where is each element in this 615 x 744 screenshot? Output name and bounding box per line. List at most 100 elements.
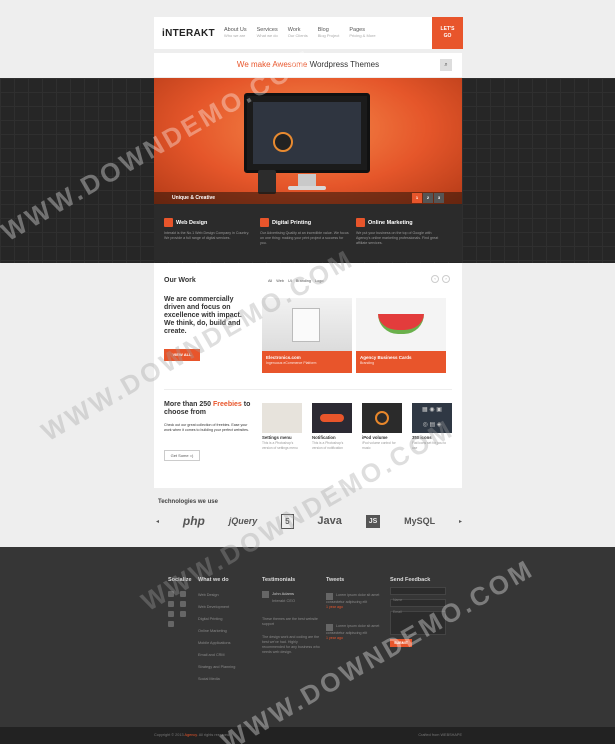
tech-title: Technologies we use bbox=[158, 499, 218, 505]
freebie-settings-menu[interactable]: Settings menu This is a Photoshop's vers… bbox=[262, 403, 302, 450]
filter-all[interactable]: All bbox=[268, 279, 272, 283]
footer-link[interactable]: Web Development bbox=[198, 601, 256, 613]
work-name: Agency Business Cards bbox=[360, 355, 412, 360]
work-category: Branding bbox=[360, 361, 375, 365]
facebook-icon[interactable] bbox=[180, 591, 186, 597]
site-footer: Socialize What we do Web Design Web Deve… bbox=[0, 547, 615, 727]
feedback-email-field[interactable]: Email bbox=[390, 599, 446, 614]
google-icon[interactable] bbox=[168, 621, 174, 627]
nav-sub: Our Clients bbox=[287, 33, 308, 38]
footer-heading: Socialize bbox=[168, 577, 192, 583]
service-title: Web Design bbox=[176, 219, 208, 226]
testimonial-role: Interakt CEO bbox=[272, 598, 296, 603]
search-icon[interactable]: ⌕ bbox=[440, 59, 452, 71]
testimonial-name: John Adams bbox=[272, 591, 295, 596]
service-head: Online Marketing bbox=[356, 218, 446, 227]
footer-socialize: Socialize bbox=[168, 577, 192, 627]
jquery-logo: jQuery bbox=[228, 516, 258, 526]
printer-icon bbox=[260, 218, 269, 227]
get-some-button[interactable]: Get Some =) bbox=[164, 450, 200, 461]
next-arrow-icon[interactable]: › bbox=[442, 275, 450, 283]
slider-page-2[interactable]: 2 bbox=[423, 193, 433, 203]
feedback-name-field[interactable]: Name bbox=[390, 587, 446, 602]
service-text: Interakt is the No.1 Web Design Company … bbox=[164, 231, 250, 240]
slider-caption: Unique & Creative 1 2 3 bbox=[154, 192, 462, 204]
feedback-submit-button[interactable]: SUBMIT bbox=[390, 639, 412, 647]
tech-prev-icon[interactable]: ◂ bbox=[156, 518, 159, 525]
monitor-base bbox=[288, 186, 326, 190]
footer-tweets: Tweets Lorem ipsum dolor sit amet consec… bbox=[326, 577, 380, 641]
service-title: Online Marketing bbox=[368, 219, 413, 226]
twitter-icon[interactable] bbox=[168, 591, 174, 597]
filter-logo[interactable]: Logo bbox=[315, 279, 323, 283]
footer-link[interactable]: Social Media bbox=[198, 673, 256, 685]
toggle-image bbox=[320, 414, 344, 422]
filter-ui[interactable]: UI bbox=[288, 279, 292, 283]
freebie-desc: This is a Photoshop's version of setting… bbox=[262, 441, 298, 450]
prev-arrow-icon[interactable]: ‹ bbox=[431, 275, 439, 283]
main-nav: About Us Who we are Services What we do Wo… bbox=[224, 27, 462, 39]
slider-page-1[interactable]: 1 bbox=[412, 193, 422, 203]
slider-page-3[interactable]: 3 bbox=[434, 193, 444, 203]
freebie-desc: Flat icons set for you to use bbox=[412, 441, 447, 450]
nav-work[interactable]: Work Our Clients bbox=[288, 27, 308, 39]
freebies-text: Check out our great collection of freebi… bbox=[164, 423, 249, 432]
view-all-button[interactable]: VIEW ALL bbox=[164, 349, 200, 361]
dribbble-icon[interactable] bbox=[168, 601, 174, 607]
work-filters: All Web UI Branding Logo bbox=[268, 279, 323, 283]
footer-what-we-do: What we do Web Design Web Development Di… bbox=[198, 577, 256, 685]
copyright-pre: Copyright © 2013 bbox=[154, 733, 184, 737]
footer-link[interactable]: Mobile Applications bbox=[198, 637, 256, 649]
services-strip: Web Design Interakt is the No.1 Web Desi… bbox=[154, 204, 462, 262]
nav-blog[interactable]: Blog Blog Project bbox=[318, 27, 340, 39]
nav-sub: What we do bbox=[256, 33, 278, 38]
tech-next-icon[interactable]: ▸ bbox=[459, 518, 462, 525]
copyright-link[interactable]: Agency bbox=[184, 733, 196, 737]
freebie-350-icons[interactable]: ▦ ◉ ▣ ◎ ▤ ◈ 350 icons Flat icons set for … bbox=[412, 403, 452, 450]
tweet-text: Lorem ipsum dolor sit amet consectetur a… bbox=[326, 624, 380, 635]
nav-sub: Pricing & More bbox=[349, 33, 376, 38]
footer-link[interactable]: Web Design bbox=[198, 589, 256, 601]
footer-link[interactable]: Email and CRM bbox=[198, 649, 256, 661]
footer-links: Web Design Web Development Digital Print… bbox=[198, 589, 256, 685]
footer-heading: What we do bbox=[198, 577, 229, 583]
freebie-ipod-volume[interactable]: iPod volume iPod volume control for musi… bbox=[362, 403, 402, 450]
freebie-title: 350 icons bbox=[412, 435, 432, 440]
nav-about[interactable]: About Us Who we are bbox=[224, 27, 247, 39]
work-item-business-cards[interactable]: Agency Business Cards Branding bbox=[356, 298, 446, 373]
footer-heading: Tweets bbox=[326, 577, 345, 583]
footer-link[interactable]: Strategy and Planning bbox=[198, 661, 256, 673]
service-web-design[interactable]: Web Design Interakt is the No.1 Web Desi… bbox=[164, 218, 260, 262]
freebie-notification[interactable]: Notification This is a Photoshop's versi… bbox=[312, 403, 352, 450]
linkedin-icon[interactable] bbox=[180, 601, 186, 607]
work-nav: ‹ › bbox=[431, 275, 450, 283]
flickr-icon[interactable] bbox=[180, 611, 186, 617]
freebie-desc: iPod volume control for music bbox=[362, 441, 396, 450]
work-item-electronics[interactable]: Electronics.com Ingenuous eCommerce Platf… bbox=[262, 298, 352, 373]
work-category: Ingenuous eCommerce Platform bbox=[266, 361, 317, 365]
freebie-title: Settings menu bbox=[262, 435, 292, 440]
filter-web[interactable]: Web bbox=[276, 279, 284, 283]
nav-services[interactable]: Services What we do bbox=[257, 27, 278, 39]
tagline-rest: Wordpress Themes bbox=[309, 60, 380, 69]
footer-link[interactable]: Online Marketing bbox=[198, 625, 256, 637]
lets-go-button[interactable]: LET'S GO bbox=[432, 17, 463, 49]
footer-link[interactable]: Digital Printing bbox=[198, 613, 256, 625]
cta-line-2: GO bbox=[443, 33, 452, 39]
feedback-message-field[interactable] bbox=[390, 611, 446, 635]
tagline-accent: We make Awesome bbox=[236, 60, 308, 69]
footer-feedback: Send Feedback Name Email SUBMIT bbox=[390, 577, 450, 647]
nav-pages[interactable]: Pages Pricing & More bbox=[349, 27, 375, 39]
service-head: Web Design bbox=[164, 218, 254, 227]
tweet-time[interactable]: 1 year ago bbox=[326, 605, 380, 610]
service-title: Digital Printing bbox=[272, 219, 312, 226]
service-online-marketing[interactable]: Online Marketing We put your business on… bbox=[356, 218, 452, 262]
tweet-time[interactable]: 1 year ago bbox=[326, 636, 380, 641]
logo[interactable]: iNTERAKT bbox=[154, 28, 224, 39]
monitor-icon bbox=[164, 218, 173, 227]
bottom-bar: Copyright © 2013 Agency. All rights rese… bbox=[0, 727, 615, 744]
service-digital-printing[interactable]: Digital Printing Our Advertising Quality… bbox=[260, 218, 356, 262]
freebies-accent: Freebies bbox=[213, 401, 242, 408]
filter-branding[interactable]: Branding bbox=[296, 279, 311, 283]
rss-icon[interactable] bbox=[168, 611, 174, 617]
